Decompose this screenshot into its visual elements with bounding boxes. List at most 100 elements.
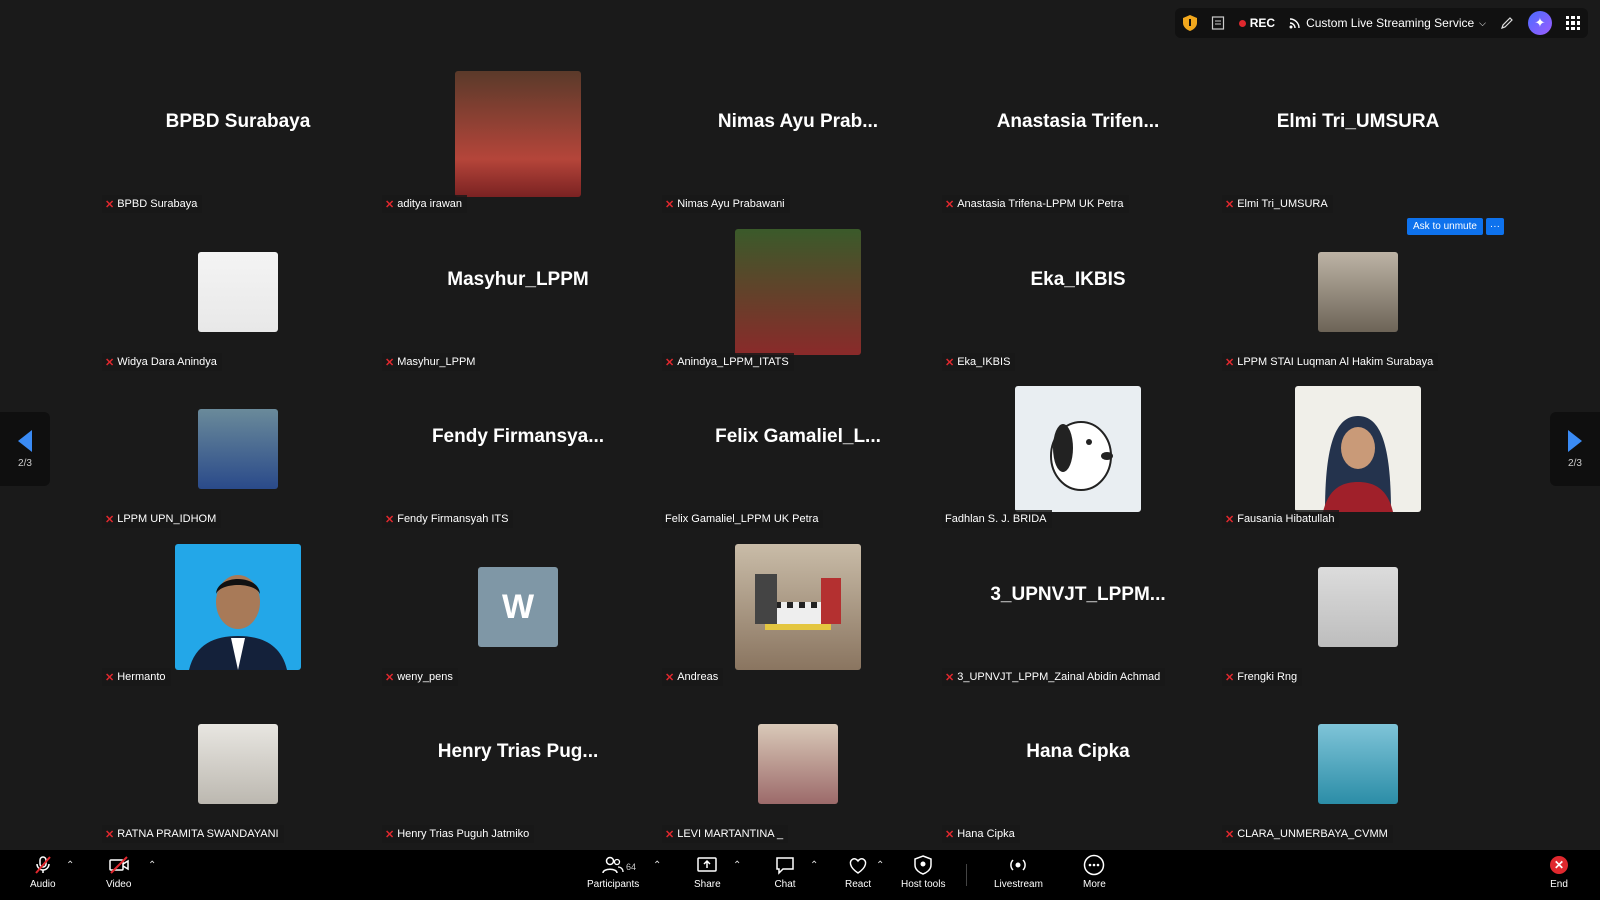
video-off-icon xyxy=(108,854,130,876)
participant-tile[interactable]: ✕ CLARA_UNMERBAYA_CVMM xyxy=(1222,685,1494,843)
participant-tile[interactable]: ✕ LPPM UPN_IDHOM xyxy=(102,370,374,528)
participant-tile[interactable]: Fadhlan S. J. BRIDA xyxy=(942,370,1214,528)
participant-tile[interactable]: ✕ Fausania Hibatullah xyxy=(1222,370,1494,528)
participant-label-text: Andreas xyxy=(677,671,719,683)
participant-video xyxy=(735,229,861,355)
participant-name-display: Felix Gamaliel_L... xyxy=(715,426,881,447)
participant-label: ✕ LPPM STAI Luqman Al Hakim Surabaya xyxy=(1222,353,1439,371)
participant-tile[interactable]: ✕ Hermanto xyxy=(102,528,374,686)
participants-button[interactable]: Participants xyxy=(587,854,639,890)
chess-players-image xyxy=(755,574,841,630)
share-options-caret-icon[interactable]: ⌃ xyxy=(733,860,741,871)
participants-options-caret-icon[interactable]: ⌃ xyxy=(653,860,661,871)
mic-muted-icon: ✕ xyxy=(665,198,675,211)
react-options-caret-icon[interactable]: ⌃ xyxy=(876,860,884,871)
mic-muted-icon: ✕ xyxy=(945,356,955,369)
participant-video xyxy=(1295,386,1421,512)
mic-muted-icon: ✕ xyxy=(665,828,675,841)
audio-label: Audio xyxy=(30,879,56,890)
participant-tile[interactable]: ✕ LEVI MARTANTINA _ xyxy=(662,685,934,843)
participant-tile[interactable]: ✕ Anindya_LPPM_ITATS xyxy=(662,213,934,371)
chat-label: Chat xyxy=(774,879,796,890)
participant-video xyxy=(735,544,861,670)
video-options-caret-icon[interactable]: ⌃ xyxy=(148,860,156,871)
share-button[interactable]: Share xyxy=(694,854,721,890)
participant-tile[interactable]: ✕ LPPM STAI Luqman Al Hakim Surabaya xyxy=(1222,213,1494,371)
participant-tile[interactable]: Fendy Firmansya... ✕ Fendy Firmansyah ITS xyxy=(382,370,654,528)
ai-companion-button[interactable]: ✦ xyxy=(1528,11,1552,35)
participant-tile[interactable]: ✕ aditya irawan xyxy=(382,55,654,213)
end-meeting-button[interactable]: ✕ End xyxy=(1550,854,1568,890)
mic-muted-icon: ✕ xyxy=(385,198,395,211)
record-dot-icon xyxy=(1238,19,1246,27)
chat-options-caret-icon[interactable]: ⌃ xyxy=(810,860,818,871)
participant-tile[interactable]: Nimas Ayu Prab... ✕ Nimas Ayu Prabawani xyxy=(662,55,934,213)
participant-name-display: Hana Cipka xyxy=(1026,741,1130,762)
participant-name-display: Anastasia Trifen... xyxy=(996,111,1160,132)
more-button[interactable]: More xyxy=(1083,854,1106,890)
participant-tile[interactable]: ✕ RATNA PRAMITA SWANDAYANI xyxy=(102,685,374,843)
participant-label-text: weny_pens xyxy=(397,671,453,683)
participant-label: ✕ Hana Cipka xyxy=(942,825,1020,843)
end-label: End xyxy=(1550,879,1568,890)
next-page-button[interactable]: 2/3 xyxy=(1550,412,1600,486)
notes-icon[interactable] xyxy=(1211,16,1225,30)
participant-label-text: LEVI MARTANTINA _ xyxy=(677,828,784,840)
participant-tile[interactable]: Hana Cipka ✕ Hana Cipka xyxy=(942,685,1214,843)
participant-name-display: Elmi Tri_UMSURA xyxy=(1276,111,1440,132)
participant-tile[interactable]: W ✕ weny_pens xyxy=(382,528,654,686)
participant-label-text: Fendy Firmansyah ITS xyxy=(397,513,509,525)
participant-label-text: Frengki Rng xyxy=(1237,671,1298,683)
livestream-button[interactable]: Livestream xyxy=(994,854,1043,890)
participant-tile[interactable]: ✕ Frengki Rng xyxy=(1222,528,1494,686)
participant-tile[interactable]: BPBD Surabaya ✕ BPBD Surabaya xyxy=(102,55,374,213)
participant-avatar xyxy=(1318,724,1398,804)
participant-tile[interactable]: Masyhur_LPPM ✕ Masyhur_LPPM xyxy=(382,213,654,371)
participant-label-text: 3_UPNVJT_LPPM_Zainal Abidin Achmad xyxy=(957,671,1161,683)
react-button[interactable]: React xyxy=(845,854,871,890)
participant-name-display: Nimas Ayu Prab... xyxy=(717,111,879,132)
host-tools-button[interactable]: Host tools xyxy=(901,854,945,890)
video-button[interactable]: Video xyxy=(106,854,131,890)
livestream-service-dropdown[interactable]: Custom Live Streaming Service ⌵ xyxy=(1289,16,1486,30)
audio-options-caret-icon[interactable]: ⌃ xyxy=(66,860,74,871)
participant-tile[interactable]: 3_UPNVJT_LPPM... ✕ 3_UPNVJT_LPPM_Zainal A… xyxy=(942,528,1214,686)
meeting-controls-bar: Audio ⌃ Video ⌃ Participants 64 ⌃ Share … xyxy=(0,850,1600,900)
rec-label: REC xyxy=(1249,16,1276,30)
view-grid-icon[interactable] xyxy=(1566,16,1580,30)
recording-indicator[interactable]: REC xyxy=(1238,16,1276,30)
participant-label: ✕ Masyhur_LPPM xyxy=(382,353,481,371)
mic-muted-icon: ✕ xyxy=(385,828,395,841)
arrow-right-icon xyxy=(1568,429,1582,452)
audio-button[interactable]: Audio xyxy=(30,854,56,890)
participant-label-text: Hana Cipka xyxy=(957,828,1015,840)
participant-label-text: RATNA PRAMITA SWANDAYANI xyxy=(117,828,279,840)
participant-label: ✕ Frengki Rng xyxy=(1222,668,1303,686)
participant-tile[interactable]: ✕ Andreas xyxy=(662,528,934,686)
participant-tile[interactable]: Elmi Tri_UMSURA ✕ Elmi Tri_UMSURA xyxy=(1222,55,1494,213)
participant-name-display: Masyhur_LPPM xyxy=(447,269,589,290)
page-indicator-right: 2/3 xyxy=(1568,457,1582,469)
previous-page-button[interactable]: 2/3 xyxy=(0,412,50,486)
mic-muted-icon xyxy=(33,854,53,876)
livestream-label: Livestream xyxy=(994,879,1043,890)
participant-label-text: LPPM UPN_IDHOM xyxy=(117,513,217,525)
participant-tile[interactable]: Anastasia Trifen... ✕ Anastasia Trifena-L… xyxy=(942,55,1214,213)
participant-name-display: 3_UPNVJT_LPPM... xyxy=(990,584,1166,605)
participant-tile[interactable]: Felix Gamaliel_L... Felix Gamaliel_LPPM … xyxy=(662,370,934,528)
participant-label-text: Anindya_LPPM_ITATS xyxy=(677,356,789,368)
participant-portrait xyxy=(1323,416,1393,512)
participant-label: ✕ Henry Trias Puguh Jatmiko xyxy=(382,825,535,843)
participant-label-text: Henry Trias Puguh Jatmiko xyxy=(397,828,530,840)
annotate-pen-icon[interactable] xyxy=(1500,16,1514,30)
participant-tile[interactable]: ✕ Widya Dara Anindya xyxy=(102,213,374,371)
chat-button[interactable]: Chat xyxy=(774,854,796,890)
security-shield-icon[interactable] xyxy=(1182,15,1197,31)
participant-tile[interactable]: Henry Trias Pug... ✕ Henry Trias Puguh Ja… xyxy=(382,685,654,843)
sparkle-icon: ✦ xyxy=(1534,15,1546,30)
participant-tile[interactable]: Eka_IKBIS ✕ Eka_IKBIS xyxy=(942,213,1214,371)
participant-name-display: Eka_IKBIS xyxy=(1030,269,1126,290)
participants-icon xyxy=(602,854,624,876)
participant-label-text: LPPM STAI Luqman Al Hakim Surabaya xyxy=(1237,356,1434,368)
participant-label-text: Eka_IKBIS xyxy=(957,356,1011,368)
